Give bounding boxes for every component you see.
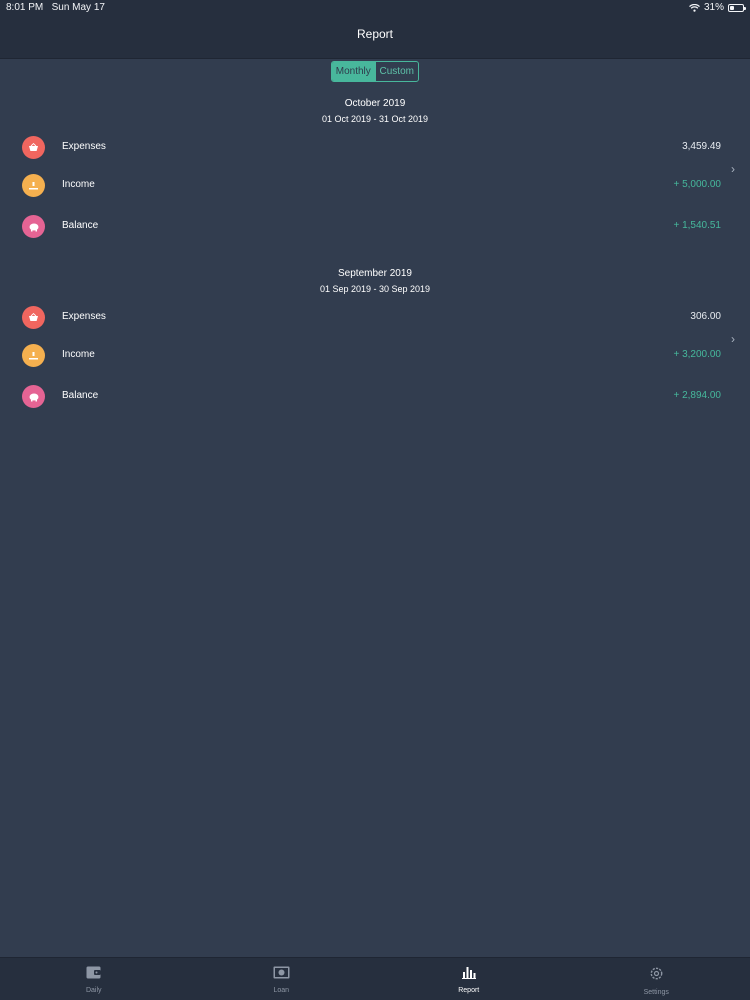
money-hand-icon xyxy=(22,344,45,367)
top-bar: 8:01 PM Sun May 17 31% Report xyxy=(0,0,750,59)
report-section-september[interactable]: September 2019 01 Sep 2019 - 30 Sep 2019… xyxy=(0,268,750,418)
money-hand-icon xyxy=(22,174,45,197)
report-row-expenses: Expenses 306.00 xyxy=(0,306,750,334)
tab-label: Report xyxy=(458,987,480,994)
battery-fill xyxy=(730,5,734,10)
status-indicators: 31% xyxy=(689,2,746,13)
row-value: 3,459.49 xyxy=(682,141,721,152)
tab-report[interactable]: Report xyxy=(375,958,563,1000)
row-value: + 1,540.51 xyxy=(673,220,721,231)
tab-label: Daily xyxy=(85,987,102,994)
piggy-bank-icon xyxy=(22,215,45,238)
segment-custom[interactable]: Custom xyxy=(374,62,419,81)
section-month: October 2019 xyxy=(344,98,406,109)
report-row-balance: Balance + 1,540.51 xyxy=(0,215,750,243)
row-label: Expenses xyxy=(62,311,106,322)
report-row-expenses: Expenses 3,459.49 xyxy=(0,136,750,164)
wallet-icon xyxy=(86,966,101,984)
tab-loan[interactable]: Loan xyxy=(188,958,376,1000)
piggy-bank-icon xyxy=(22,385,45,408)
tab-label: Settings xyxy=(643,989,669,996)
row-value: + 3,200.00 xyxy=(673,349,721,360)
report-row-balance: Balance + 2,894.00 xyxy=(0,385,750,413)
chevron-right-icon: › xyxy=(731,162,735,176)
battery-icon xyxy=(728,3,746,12)
gear-icon xyxy=(649,966,664,986)
tab-bar: Daily Loan Report Settings xyxy=(0,957,750,1000)
row-label: Balance xyxy=(62,390,99,401)
tab-label: Loan xyxy=(273,987,290,994)
section-month: September 2019 xyxy=(338,268,412,279)
status-time: 8:01 PM Sun May 17 xyxy=(6,2,105,13)
section-date-range: 01 Oct 2019 - 31 Oct 2019 xyxy=(321,114,429,124)
chevron-right-icon: › xyxy=(731,332,735,346)
row-label: Expenses xyxy=(62,141,106,152)
report-row-income: Income + 5,000.00 xyxy=(0,174,750,202)
basket-icon xyxy=(22,306,45,329)
banknote-icon xyxy=(273,966,290,984)
section-header: September 2019 01 Sep 2019 - 30 Sep 2019 xyxy=(0,268,750,294)
row-label: Balance xyxy=(62,220,99,231)
period-segmented-control: Monthly Custom xyxy=(331,61,419,82)
battery-percent: 31% xyxy=(703,2,724,13)
row-value: + 5,000.00 xyxy=(673,179,721,190)
bar-chart-icon xyxy=(461,966,476,984)
row-label: Income xyxy=(62,349,95,360)
basket-icon xyxy=(22,136,45,159)
tab-settings[interactable]: Settings xyxy=(563,958,750,1000)
segment-monthly[interactable]: Monthly xyxy=(332,62,375,81)
section-header: October 2019 01 Oct 2019 - 31 Oct 2019 xyxy=(0,98,750,124)
clock-text: 8:01 PM xyxy=(6,2,44,13)
report-row-income: Income + 3,200.00 xyxy=(0,344,750,372)
row-value: 306.00 xyxy=(690,311,721,322)
wifi-icon xyxy=(689,3,700,12)
report-section-october[interactable]: October 2019 01 Oct 2019 - 31 Oct 2019 E… xyxy=(0,98,750,248)
section-date-range: 01 Sep 2019 - 30 Sep 2019 xyxy=(319,284,431,294)
tab-daily[interactable]: Daily xyxy=(0,958,188,1000)
page-title: Report xyxy=(356,27,394,41)
row-value: + 2,894.00 xyxy=(673,390,721,401)
row-label: Income xyxy=(62,179,95,190)
date-text: Sun May 17 xyxy=(51,2,105,13)
